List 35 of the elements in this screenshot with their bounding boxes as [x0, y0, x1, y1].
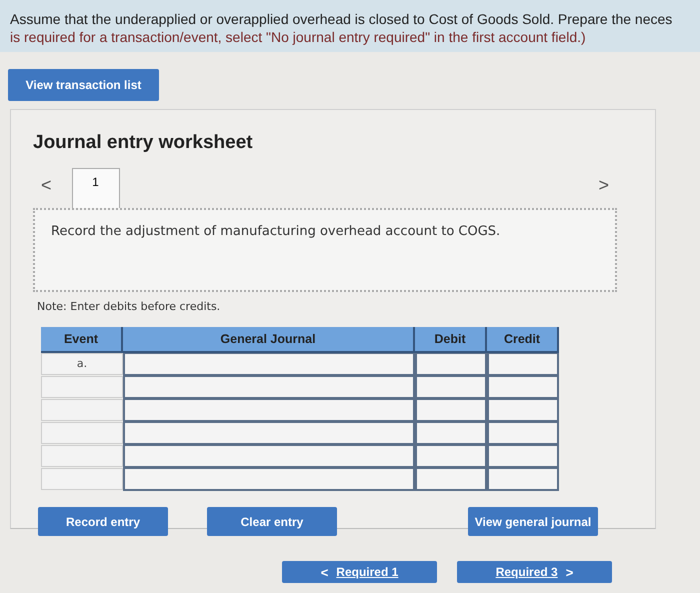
- required-nav-button[interactable]: < Required 1: [282, 561, 437, 583]
- column-header: Debit: [415, 327, 487, 353]
- required-nav-button[interactable]: Required 3 >: [457, 561, 612, 583]
- account-input[interactable]: [123, 399, 415, 422]
- instruction-text: is required for a transaction/event, select "No journal entry required" in the first account field.): [10, 28, 586, 46]
- credit-input[interactable]: [487, 445, 559, 468]
- debit-input[interactable]: [415, 376, 487, 399]
- worksheet-button[interactable]: Clear entry: [207, 507, 337, 536]
- debit-input[interactable]: [415, 468, 487, 491]
- account-input[interactable]: [123, 422, 415, 445]
- debit-input[interactable]: [415, 399, 487, 422]
- account-input[interactable]: [123, 445, 415, 468]
- worksheet-button[interactable]: View general journal: [468, 507, 598, 536]
- column-header: Credit: [487, 327, 559, 353]
- credit-input[interactable]: [487, 353, 559, 376]
- worksheet-tab[interactable]: 1: [72, 168, 120, 208]
- credit-input[interactable]: [487, 376, 559, 399]
- instruction-text: Assume that the underapplied or overapplied overhead is closed to Cost of Goods Sold. Prepare the neces: [10, 10, 672, 28]
- account-input[interactable]: [123, 376, 415, 399]
- credit-input[interactable]: [487, 422, 559, 445]
- debit-input[interactable]: [415, 445, 487, 468]
- debit-input[interactable]: [415, 353, 487, 376]
- view-transaction-list-button[interactable]: View transaction list: [8, 69, 159, 101]
- worksheet-button[interactable]: Record entry: [38, 507, 168, 536]
- worksheet-title: Journal entry worksheet: [33, 132, 254, 154]
- event-cell: a.: [41, 353, 123, 375]
- account-input[interactable]: [123, 468, 415, 491]
- credit-input[interactable]: [487, 468, 559, 491]
- note-text: Note: Enter debits before credits.: [37, 300, 222, 313]
- account-input[interactable]: [123, 353, 415, 376]
- column-header: Event: [41, 327, 123, 353]
- description-text: Record the adjustment of manufacturing overhead account to COGS.: [51, 224, 500, 239]
- debit-input[interactable]: [415, 422, 487, 445]
- credit-input[interactable]: [487, 399, 559, 422]
- column-header: General Journal: [123, 327, 415, 353]
